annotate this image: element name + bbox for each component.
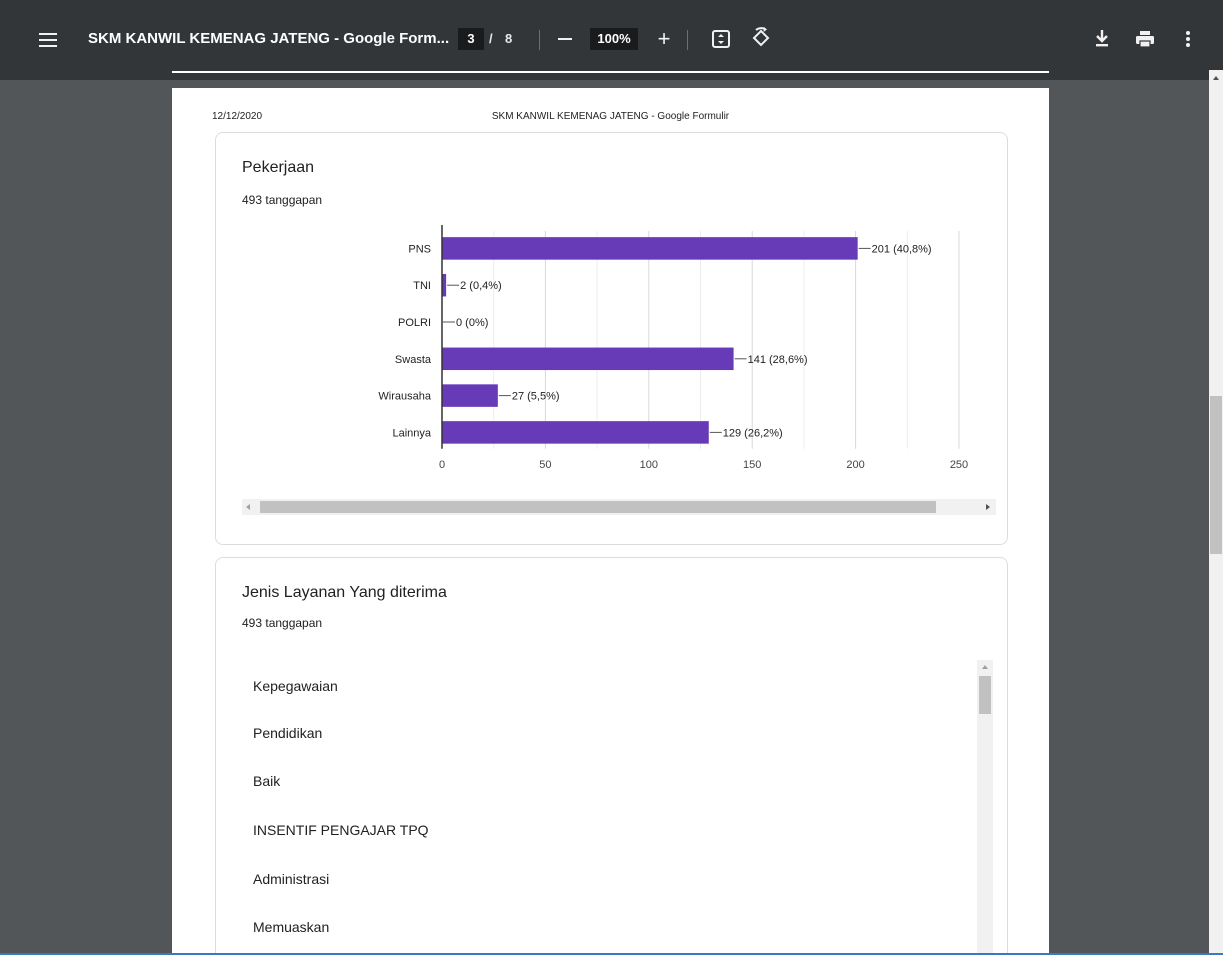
document-title: SKM KANWIL KEMENAG JATENG - Google Form.… (88, 30, 450, 47)
zoom-level-input[interactable]: 100% (590, 28, 638, 50)
data-label: 201 (40,8%) (872, 243, 932, 255)
pdf-page: 12/12/2020 SKM KANWIL KEMENAG JATENG - G… (172, 88, 1049, 955)
category-label: TNI (413, 280, 431, 292)
list-item: Memuaskan (253, 919, 330, 935)
response-list: Kepegawaian Pendidikan Baik INSENTIF PEN… (242, 658, 966, 955)
question-title: Jenis Layanan Yang diterima (242, 584, 447, 601)
question-card-jenis-layanan: Jenis Layanan Yang diterima 493 tanggapa… (215, 557, 1008, 955)
data-label: 129 (26,2%) (723, 427, 783, 439)
download-icon[interactable] (1094, 29, 1110, 49)
chart-horizontal-scrollbar[interactable] (242, 499, 996, 515)
menu-icon[interactable] (38, 29, 58, 51)
bar (442, 421, 709, 444)
bar (442, 347, 734, 371)
x-tick-label: 150 (743, 459, 761, 471)
rotate-icon[interactable] (750, 27, 772, 49)
page-separator: / (489, 31, 493, 46)
list-item: Baik (253, 773, 281, 789)
chart-scrollbar-thumb[interactable] (260, 501, 936, 513)
page-total: 8 (505, 31, 513, 46)
viewer-scrollbar-thumb[interactable] (1210, 396, 1222, 554)
category-label: POLRI (398, 317, 431, 329)
data-label: 27 (5,5%) (512, 391, 560, 403)
scroll-up-arrow-icon[interactable] (982, 665, 988, 669)
more-vert-icon[interactable] (1184, 29, 1192, 49)
category-label: Wirausaha (378, 391, 431, 403)
x-tick-label: 0 (439, 459, 445, 471)
list-item: Pendidikan (253, 725, 323, 741)
category-label: Lainnya (392, 427, 431, 439)
pdf-toolbar: SKM KANWIL KEMENAG JATENG - Google Form.… (0, 0, 1223, 80)
category-label: Swasta (395, 354, 432, 366)
list-vertical-scrollbar[interactable] (977, 660, 993, 955)
zoom-in-icon[interactable]: + (654, 26, 674, 52)
toolbar-divider (687, 30, 688, 50)
data-label: 0 (0%) (456, 317, 488, 329)
response-count: 493 tanggapan (242, 616, 323, 630)
x-tick-label: 50 (539, 459, 551, 471)
page-number-input[interactable]: 3 (458, 28, 484, 50)
list-item: INSENTIF PENGAJAR TPQ (253, 822, 429, 838)
list-scrollbar-thumb[interactable] (979, 676, 991, 714)
viewer-scroll-up-arrow-icon[interactable] (1213, 76, 1219, 80)
page-header-title: SKM KANWIL KEMENAG JATENG - Google Formu… (491, 111, 730, 122)
category-label: PNS (408, 243, 431, 255)
viewer-vertical-scrollbar[interactable] (1209, 70, 1223, 955)
x-tick-label: 100 (640, 459, 658, 471)
zoom-out-icon[interactable] (558, 38, 572, 40)
question-card-pekerjaan: Pekerjaan 493 tanggapan 0 50 100 150 200 250 P… (215, 132, 1008, 545)
bar-chart: 0 50 100 150 200 250 PNS 201 (40,8%) TNI 2 (0,4%)… (378, 225, 968, 471)
x-tick-label: 200 (846, 459, 864, 471)
scroll-right-arrow-icon[interactable] (986, 504, 990, 510)
bar (442, 384, 498, 407)
print-icon[interactable] (1135, 29, 1155, 49)
list-item: Administrasi (253, 871, 330, 887)
toolbar-divider (539, 30, 540, 50)
fit-page-icon[interactable] (711, 29, 731, 49)
data-label: 141 (28,6%) (748, 354, 808, 366)
scroll-left-arrow-icon[interactable] (246, 504, 250, 510)
bar (442, 237, 858, 260)
previous-page-edge (172, 71, 1049, 73)
list-item: Kepegawaian (253, 678, 338, 694)
x-tick-label: 250 (950, 459, 968, 471)
data-label: 2 (0,4%) (460, 280, 502, 292)
